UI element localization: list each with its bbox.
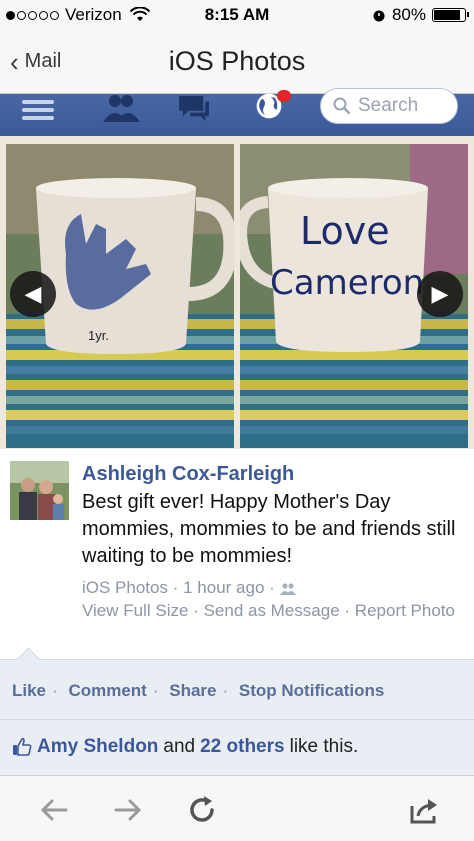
battery-percent: 80% bbox=[391, 5, 426, 24]
send-as-message-link[interactable]: Send as Message bbox=[204, 601, 340, 620]
liker-name[interactable]: Amy Sheldon bbox=[37, 736, 158, 758]
post: Ashleigh Cox-Farleigh Best gift ever! Ha… bbox=[0, 449, 474, 659]
post-caption: Best gift ever! Happy Mother's Day mommi… bbox=[82, 491, 456, 567]
report-photo-link[interactable]: Report Photo bbox=[355, 601, 455, 620]
mug-age-text: 1yr. bbox=[88, 328, 109, 343]
post-actions: Like · Comment · Share · Stop Notifications bbox=[0, 647, 474, 719]
others-count[interactable]: 22 others bbox=[200, 736, 284, 758]
browser-toolbar bbox=[0, 775, 474, 841]
notification-badge bbox=[277, 90, 291, 102]
likes-summary[interactable]: Amy Sheldon and 22 others like this. bbox=[0, 719, 474, 775]
post-links: View Full Size · Send as Message · Repor… bbox=[82, 601, 455, 620]
alarm-icon bbox=[373, 10, 385, 22]
author-avatar[interactable] bbox=[10, 461, 69, 520]
post-time[interactable]: 1 hour ago bbox=[183, 578, 264, 597]
thumbs-up-icon bbox=[13, 738, 32, 756]
stop-notifications-button[interactable]: Stop Notifications bbox=[239, 681, 384, 700]
post-meta: iOS Photos · 1 hour ago · bbox=[82, 578, 296, 598]
like-button[interactable]: Like bbox=[12, 681, 46, 700]
mug-word-love: Love bbox=[300, 209, 390, 253]
search-input[interactable]: Search bbox=[320, 88, 458, 124]
search-icon bbox=[333, 97, 351, 115]
comment-button[interactable]: Comment bbox=[68, 681, 146, 700]
status-bar: Verizon 8:15 AM 80% bbox=[0, 0, 474, 30]
back-arrow-icon[interactable] bbox=[38, 794, 70, 826]
post-author-name[interactable]: Ashleigh Cox-Farleigh bbox=[82, 463, 294, 486]
battery-icon bbox=[432, 8, 469, 22]
triangle-left-icon: ◀ bbox=[24, 281, 42, 306]
menu-icon[interactable] bbox=[22, 96, 54, 124]
share-icon[interactable] bbox=[406, 794, 440, 826]
next-photo-button[interactable]: ▶ bbox=[417, 271, 463, 317]
avatar-photo bbox=[10, 461, 69, 520]
facebook-toolbar: Search bbox=[0, 88, 474, 137]
messages-icon[interactable] bbox=[176, 94, 212, 122]
post-source[interactable]: iOS Photos bbox=[82, 578, 168, 597]
mug-word-cameron: Cameron bbox=[270, 263, 424, 303]
friend-requests-icon[interactable] bbox=[100, 94, 142, 122]
likes-and: and bbox=[163, 736, 196, 757]
navigation-bar: ‹ Mail iOS Photos bbox=[0, 30, 474, 94]
search-placeholder: Search bbox=[358, 95, 419, 116]
page-title: iOS Photos bbox=[168, 46, 306, 76]
friends-privacy-icon bbox=[279, 583, 296, 595]
triangle-right-icon: ▶ bbox=[431, 281, 449, 306]
photo-gallery: 1yr. Love Cameron ◀ ▶ bbox=[0, 136, 474, 449]
previous-photo-button[interactable]: ◀ bbox=[10, 271, 56, 317]
likes-suffix: like this. bbox=[289, 736, 359, 757]
view-full-size-link[interactable]: View Full Size bbox=[82, 601, 188, 620]
share-button[interactable]: Share bbox=[169, 681, 216, 700]
reload-icon[interactable] bbox=[186, 794, 218, 826]
forward-arrow-icon[interactable] bbox=[112, 794, 144, 826]
